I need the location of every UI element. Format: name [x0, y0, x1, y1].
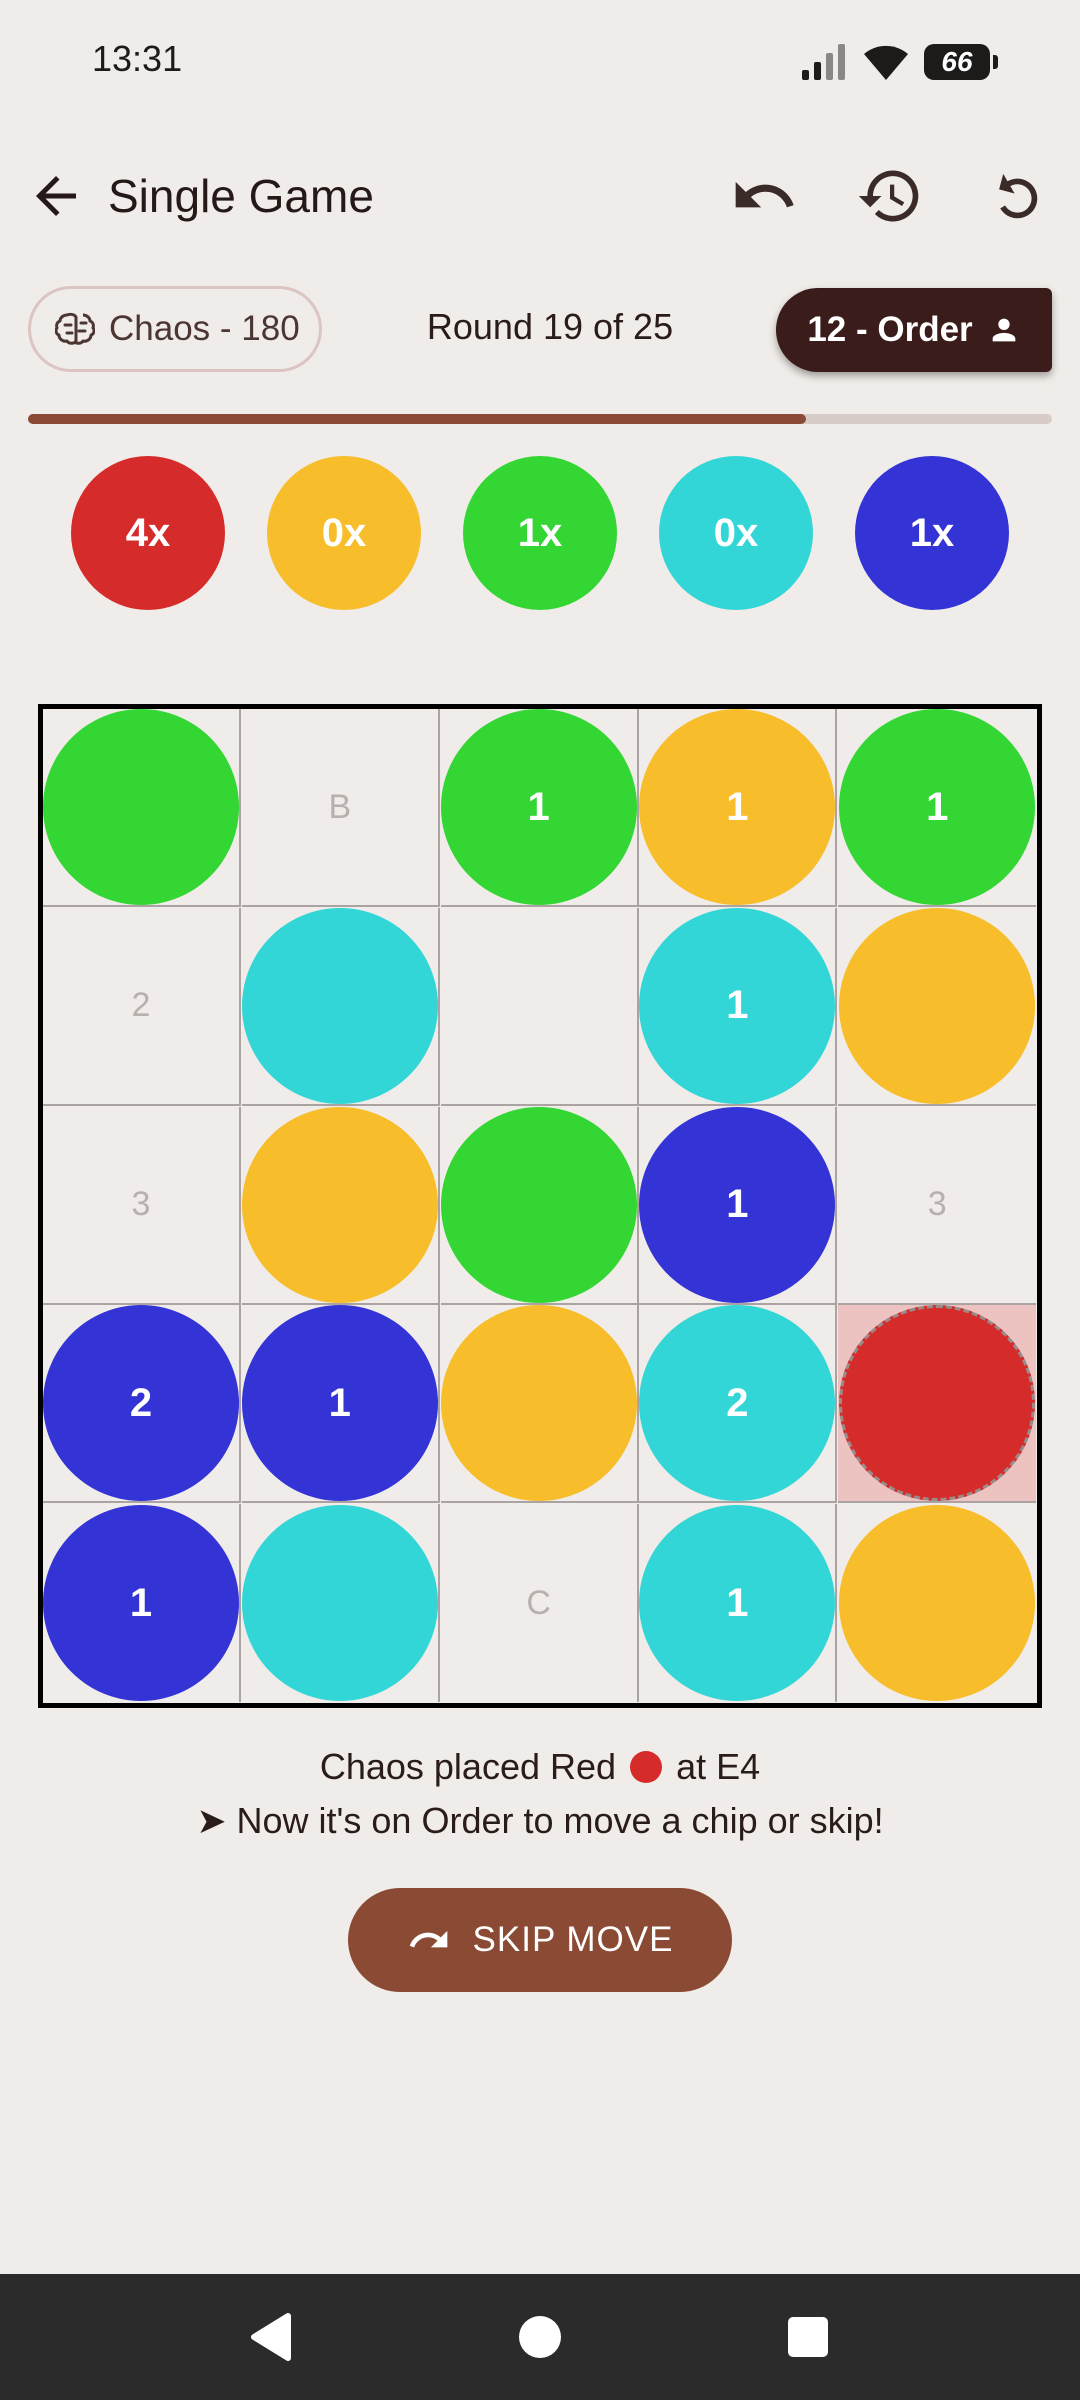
red-chip[interactable] [839, 1305, 1036, 1502]
board-cell-a3[interactable]: 3 [43, 1106, 241, 1305]
board-cell-e5[interactable] [838, 1504, 1036, 1702]
cyan-chip[interactable] [241, 907, 438, 1104]
board-cell-b2[interactable] [241, 907, 440, 1106]
battery-icon: 66 [924, 44, 998, 80]
game-board: B111213132121C1 [38, 704, 1042, 1708]
yellow-chip[interactable]: 1 [639, 709, 836, 905]
board-cell-c5[interactable]: C [441, 1504, 639, 1703]
board-cell-b1[interactable]: B [241, 709, 440, 907]
cell-hint-label: 2 [131, 986, 151, 1025]
board-cell-d2[interactable]: 1 [639, 907, 838, 1106]
board-cell-b5[interactable] [241, 1504, 440, 1703]
chip-counter-yellow: 0x [267, 456, 421, 610]
board-cell-e4[interactable] [838, 1305, 1037, 1504]
green-chip[interactable]: 1 [839, 709, 1036, 905]
turn-prompt: ➤ Now it's on Order to move a chip or sk… [196, 1800, 884, 1841]
round-indicator: Round 19 of 25 [426, 306, 674, 347]
nav-recents-button[interactable] [773, 2302, 843, 2372]
order-player-chip[interactable]: 12 - Order [776, 288, 1052, 372]
green-chip[interactable]: 1 [440, 709, 637, 905]
nav-back-button[interactable] [236, 2302, 306, 2372]
nav-recents-icon [788, 2317, 828, 2357]
nav-home-icon [519, 2316, 561, 2358]
board-cell-c2[interactable] [440, 907, 639, 1106]
undo-icon [735, 181, 794, 208]
cell-hint-label: C [526, 1583, 551, 1622]
board-cell-d1[interactable]: 1 [639, 709, 838, 907]
cyan-chip[interactable]: 1 [639, 907, 836, 1104]
skip-move-button[interactable]: SKIP MOVE [348, 1888, 732, 1992]
battery-level: 66 [941, 46, 973, 77]
blue-chip[interactable]: 2 [43, 1305, 239, 1502]
yellow-chip[interactable] [440, 1305, 637, 1502]
green-chip[interactable] [440, 1106, 637, 1303]
chaos-player-label: Chaos - 180 [109, 309, 300, 348]
wifi-icon [864, 45, 908, 80]
board-cell-e2[interactable] [838, 907, 1037, 1106]
blue-chip[interactable]: 1 [639, 1106, 836, 1303]
chip-counter-blue: 1x [855, 456, 1009, 610]
person-icon [992, 318, 1016, 342]
round-progress-fill [28, 414, 807, 424]
nav-back-icon [251, 2313, 291, 2361]
board-cell-c1[interactable]: 1 [440, 709, 639, 907]
cyan-chip[interactable]: 2 [639, 1305, 836, 1502]
restart-button[interactable] [982, 162, 1050, 230]
order-player-label: 12 - Order [807, 310, 973, 349]
brain-icon [55, 312, 95, 345]
cyan-chip[interactable]: 1 [639, 1505, 836, 1702]
history-icon [858, 170, 919, 222]
cyan-chip[interactable] [241, 1505, 438, 1702]
chip-counter-red: 4x [71, 456, 225, 610]
refresh-icon [999, 173, 1038, 219]
board-cell-a5[interactable]: 1 [43, 1504, 241, 1703]
board-cell-d5[interactable]: 1 [639, 1504, 838, 1703]
last-move-prefix: Chaos placed Red [319, 1746, 617, 1787]
cell-hint-label: 3 [927, 1185, 947, 1224]
cell-hint-label: B [328, 787, 352, 826]
board-cell-b3[interactable] [241, 1106, 440, 1305]
nav-home-button[interactable] [505, 2302, 575, 2372]
system-nav-bar [0, 2274, 1080, 2400]
board-cell-c3[interactable] [440, 1106, 639, 1305]
skip-move-label: SKIP MOVE [472, 1920, 674, 1959]
board-cell-e1[interactable]: 1 [838, 709, 1037, 907]
chip-counter-cyan: 0x [659, 456, 813, 610]
cell-hint-label: 3 [131, 1185, 151, 1224]
back-arrow-icon[interactable] [26, 166, 86, 226]
board-cell-e3[interactable]: 3 [838, 1107, 1037, 1305]
board-cell-c4[interactable] [440, 1305, 639, 1504]
redo-icon [409, 1930, 447, 1948]
signal-icon [802, 44, 845, 80]
board-cell-a2[interactable]: 2 [43, 907, 241, 1106]
page-title: Single Game [108, 170, 374, 222]
round-progress-bar [28, 414, 1052, 424]
green-chip[interactable] [43, 709, 239, 905]
red-chip-icon [630, 1751, 663, 1783]
undo-button[interactable] [730, 162, 798, 230]
yellow-chip[interactable] [241, 1106, 438, 1303]
board-cell-a1[interactable] [43, 709, 241, 907]
board-cell-b4[interactable]: 1 [241, 1305, 440, 1504]
history-button[interactable] [856, 162, 924, 230]
last-move-suffix: at E4 [676, 1746, 761, 1787]
blue-chip[interactable]: 1 [43, 1505, 239, 1702]
status-icons: 66 [800, 40, 998, 84]
yellow-chip[interactable] [839, 907, 1036, 1104]
last-move-message: Chaos placed Red at E4 [0, 1746, 1080, 1788]
chip-counter-green: 1x [463, 456, 617, 610]
chaos-player-chip[interactable]: Chaos - 180 [28, 286, 322, 372]
board-cell-d4[interactable]: 2 [639, 1305, 838, 1504]
board-cell-d3[interactable]: 1 [639, 1106, 838, 1305]
board-cell-a4[interactable]: 2 [43, 1305, 241, 1504]
status-time: 13:31 [92, 38, 183, 79]
blue-chip[interactable]: 1 [241, 1305, 438, 1502]
yellow-chip[interactable] [839, 1505, 1036, 1702]
